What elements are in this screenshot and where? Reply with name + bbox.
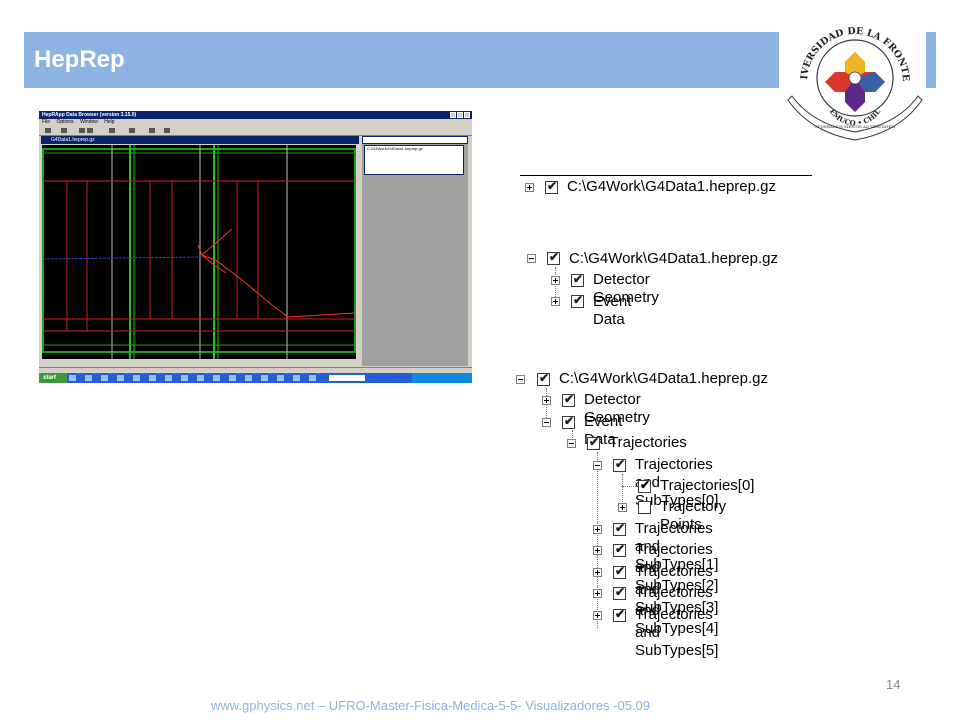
title-bar xyxy=(24,32,779,88)
taskbar-app-icon[interactable] xyxy=(261,375,268,381)
expand-icon[interactable] xyxy=(593,589,602,598)
copy-icon[interactable] xyxy=(129,128,135,133)
viewer-pane: G4Data1.heprep.gz xyxy=(41,136,359,366)
tree-pane: C:\G4Work\G4Data1.heprep.gz xyxy=(362,136,468,366)
expand-icon[interactable] xyxy=(551,276,560,285)
app-menubar: File Options Window Help xyxy=(39,119,472,126)
checkbox-icon[interactable]: ✔ xyxy=(613,521,626,536)
collapse-icon[interactable] xyxy=(567,439,576,448)
open-icon[interactable] xyxy=(45,128,51,133)
collapse-icon[interactable] xyxy=(542,418,551,427)
taskbar-app-icon[interactable] xyxy=(69,375,76,381)
tree-pane-title xyxy=(362,136,468,144)
event-display-canvas[interactable] xyxy=(42,145,356,359)
tree-root-label[interactable]: C:\G4Work\G4Data1.heprep.gz xyxy=(559,370,768,388)
taskbar-app-icon[interactable] xyxy=(293,375,300,381)
pointer-icon[interactable] xyxy=(164,128,170,133)
print-icon[interactable] xyxy=(149,128,155,133)
taskbar-apps xyxy=(69,375,316,381)
menu-options[interactable]: Options xyxy=(56,119,73,125)
checkbox-icon[interactable]: ✔ xyxy=(571,272,584,287)
tree-item-subtype-5[interactable]: Trajectories and SubTypes[5] xyxy=(635,606,718,660)
expand-icon[interactable] xyxy=(618,503,627,512)
expand-icon[interactable] xyxy=(593,568,602,577)
tree-item-trajectories[interactable]: Trajectories xyxy=(609,434,687,452)
tree-root-label[interactable]: C:\G4Work\G4Data1.heprep.gz xyxy=(567,178,776,196)
window-controls xyxy=(450,112,470,118)
app-window-title: HepRApp Data Browser (version 3.15.0) xyxy=(39,111,472,119)
collapse-icon[interactable] xyxy=(527,254,536,263)
university-logo: UNIVERSIDAD DE LA FRONTERA TEMUCO • CHIL… xyxy=(775,4,930,152)
refresh-icon[interactable] xyxy=(61,128,67,133)
checkbox-icon[interactable]: ✔ xyxy=(613,564,626,579)
tree1-top-border xyxy=(520,175,812,176)
checkbox-icon[interactable]: ✔ xyxy=(571,293,584,308)
checkbox-icon[interactable]: ✔ xyxy=(587,435,600,450)
page-number: 14 xyxy=(886,677,901,692)
taskbar-app-icon[interactable] xyxy=(213,375,220,381)
expand-icon[interactable] xyxy=(593,525,602,534)
checkbox-icon[interactable]: ✔ xyxy=(613,585,626,600)
system-tray xyxy=(412,373,472,383)
expand-icon[interactable] xyxy=(542,396,551,405)
taskbar-app-icon[interactable] xyxy=(117,375,124,381)
menu-file[interactable]: File xyxy=(42,119,50,125)
close-icon[interactable] xyxy=(464,112,470,118)
maximize-icon[interactable] xyxy=(457,112,463,118)
taskbar-app-icon[interactable] xyxy=(85,375,92,381)
menu-help[interactable]: Help xyxy=(104,119,114,125)
taskbar-app-icon[interactable] xyxy=(181,375,188,381)
checkbox-checked-icon[interactable]: ✔ xyxy=(638,478,651,493)
checkbox-icon[interactable]: ✔ xyxy=(537,371,550,386)
taskbar-app-icon[interactable] xyxy=(309,375,316,381)
tree-item-trajectories-0[interactable]: Trajectories[0] xyxy=(660,477,754,495)
tree-pane-list: C:\G4Work\G4Data1.heprep.gz xyxy=(364,145,464,175)
taskbar-app-icon[interactable] xyxy=(277,375,284,381)
taskbar-app-icon[interactable] xyxy=(197,375,204,381)
checkbox-icon[interactable]: ✔ xyxy=(562,392,575,407)
taskbar-app-icon[interactable] xyxy=(229,375,236,381)
expand-icon[interactable] xyxy=(551,297,560,306)
taskbar-app-icon[interactable] xyxy=(101,375,108,381)
forward-icon[interactable] xyxy=(87,128,93,133)
slide-title: HepRep xyxy=(34,46,125,73)
checkbox-icon[interactable]: ✔ xyxy=(547,250,560,265)
minimize-icon[interactable] xyxy=(450,112,456,118)
expand-icon[interactable] xyxy=(593,611,602,620)
expand-icon[interactable] xyxy=(525,183,534,192)
taskbar-app-icon[interactable] xyxy=(165,375,172,381)
menu-window[interactable]: Window xyxy=(80,119,98,125)
checkbox-icon[interactable]: ✔ xyxy=(613,607,626,622)
up-icon[interactable] xyxy=(109,128,115,133)
start-button[interactable]: start xyxy=(39,373,67,383)
collapse-icon[interactable] xyxy=(593,461,602,470)
back-icon[interactable] xyxy=(79,128,85,133)
footer-text: www.gphysics.net – UFRO-Master-Fisica-Me… xyxy=(211,698,651,713)
taskbar-search-field[interactable] xyxy=(329,375,365,381)
taskbar-app-icon[interactable] xyxy=(149,375,156,381)
checkbox-icon[interactable]: ✔ xyxy=(613,457,626,472)
viewer-pane-title: G4Data1.heprep.gz xyxy=(41,136,359,144)
collapse-icon[interactable] xyxy=(516,375,525,384)
windows-taskbar: start xyxy=(39,373,472,383)
checkbox-icon[interactable]: ✔ xyxy=(562,414,575,429)
taskbar-app-icon[interactable] xyxy=(245,375,252,381)
checkbox-icon[interactable]: ✔ xyxy=(545,179,558,194)
taskbar-app-icon[interactable] xyxy=(133,375,140,381)
tree-item-event-data[interactable]: Event Data xyxy=(593,293,631,329)
expand-icon[interactable] xyxy=(593,546,602,555)
checkbox-icon[interactable]: ✔ xyxy=(613,542,626,557)
tree-pane-item[interactable]: C:\G4Work\G4Data1.heprep.gz xyxy=(367,146,423,151)
app-toolbar xyxy=(39,126,472,136)
tree-root-label[interactable]: C:\G4Work\G4Data1.heprep.gz xyxy=(569,250,778,268)
logo-motto-text: GENERAMUS MENTIS AD VERITATEM xyxy=(814,124,895,129)
heprapp-screenshot: HepRApp Data Browser (version 3.15.0) Fi… xyxy=(39,111,472,383)
checkbox-unchecked-icon[interactable] xyxy=(638,501,651,514)
